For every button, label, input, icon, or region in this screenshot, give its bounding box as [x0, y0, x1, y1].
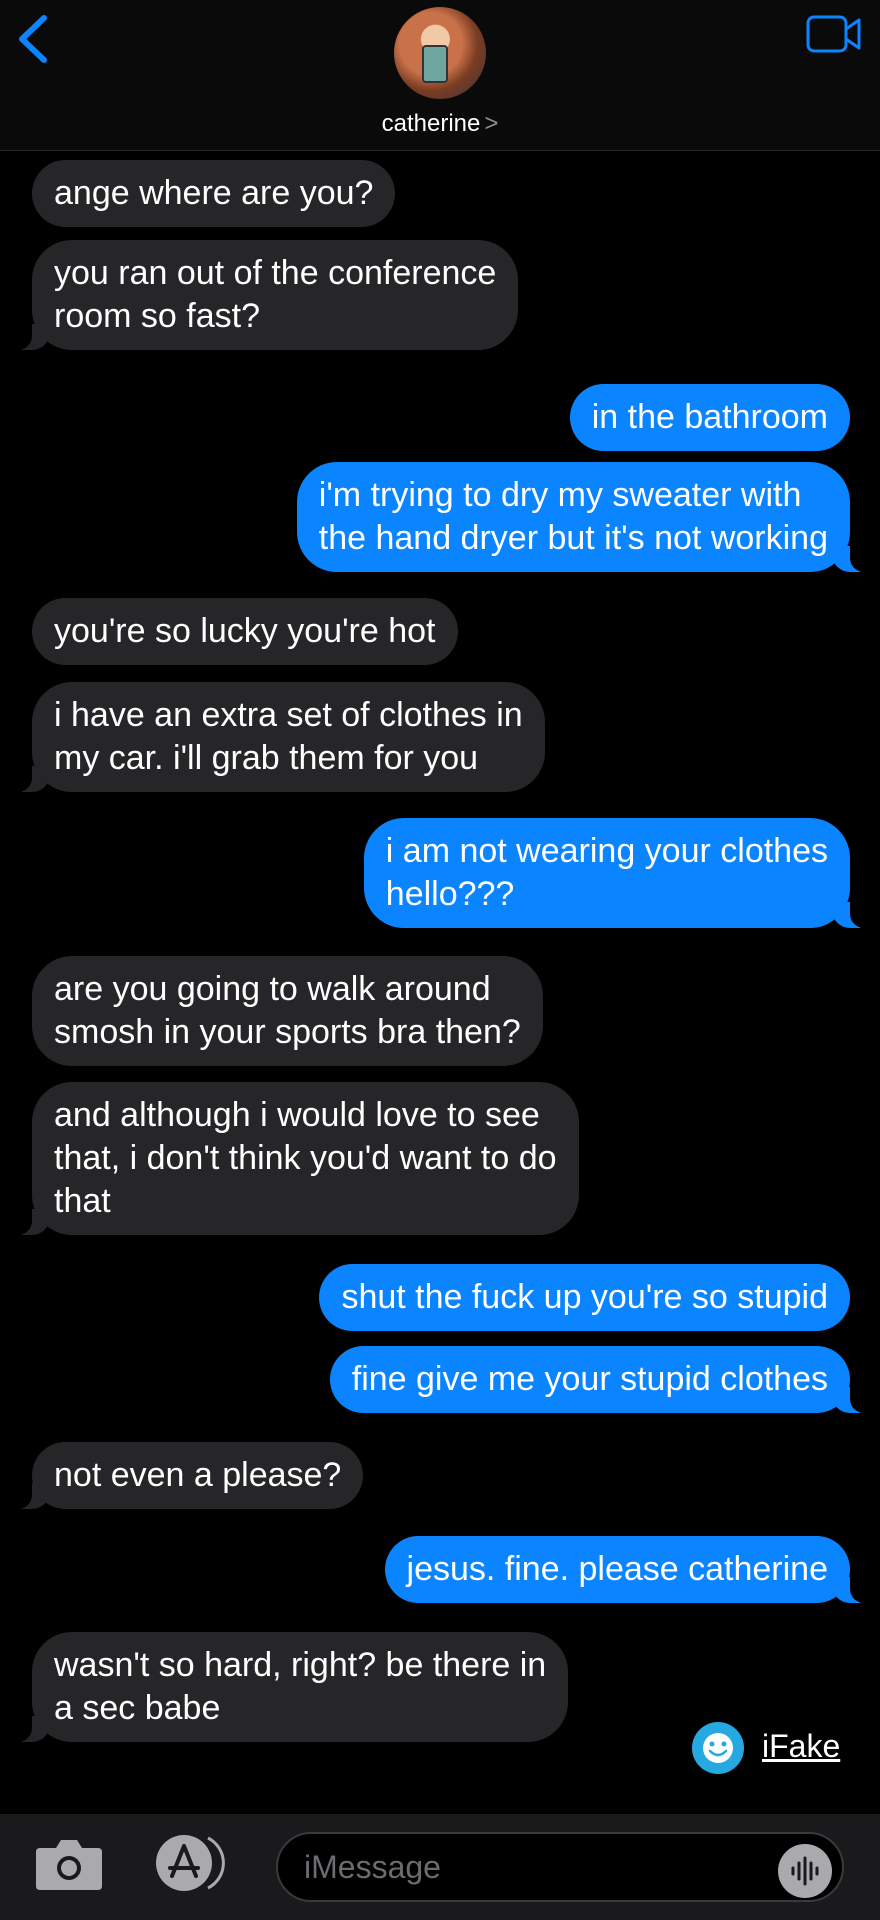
message-bubble-incoming[interactable]: and although i would love to see that, i… — [10, 1082, 579, 1235]
message-bubble-incoming[interactable]: wasn't so hard, right? be there in a sec… — [9, 1632, 569, 1742]
message-bubble-outgoing[interactable]: jesus. fine. please catherine — [384, 1536, 873, 1603]
contact-name: catherine — [381, 110, 481, 137]
back-button[interactable] — [14, 14, 54, 64]
composer-bar — [0, 1814, 880, 1920]
imessage-input[interactable] — [276, 1832, 844, 1902]
message-bubble-incoming[interactable]: ange where are you? — [32, 160, 396, 227]
camera-icon — [36, 1840, 102, 1890]
contact-name-button[interactable]: catherine > — [0, 110, 880, 138]
message-bubble-outgoing[interactable]: fine give me your stupid clothes — [329, 1346, 873, 1413]
ifake-label: iFake — [762, 1728, 841, 1764]
chevron-left-icon — [19, 15, 47, 63]
message-bubble-outgoing[interactable]: shut the fuck up you're so stupid — [319, 1264, 850, 1331]
chevron-right-icon: > — [484, 110, 499, 137]
audio-message-button[interactable] — [778, 1844, 832, 1898]
message-bubble-outgoing[interactable]: i'm trying to dry my sweater with the ha… — [296, 462, 873, 572]
facetime-button[interactable] — [806, 14, 862, 54]
app-store-icon — [156, 1835, 225, 1891]
message-bubble-incoming[interactable]: not even a please? — [9, 1442, 364, 1509]
camera-button[interactable] — [34, 1836, 104, 1892]
message-bubble-outgoing[interactable]: in the bathroom — [569, 384, 850, 451]
message-bubble-incoming[interactable]: are you going to walk around smosh in yo… — [32, 956, 543, 1066]
audio-waveform-icon — [791, 1856, 819, 1886]
message-bubble-outgoing[interactable]: i am not wearing your clothes hello??? — [363, 818, 873, 928]
message-bubble-incoming[interactable]: you ran out of the conference room so fa… — [9, 240, 519, 350]
avatar-photo-detail — [422, 45, 448, 83]
contact-avatar[interactable] — [394, 7, 486, 99]
message-bubble-incoming[interactable]: you're so lucky you're hot — [32, 598, 458, 665]
conversation-header: catherine > — [0, 0, 880, 151]
message-bubble-incoming[interactable]: i have an extra set of clothes in my car… — [10, 682, 545, 792]
video-camera-icon — [806, 15, 861, 53]
app-store-button[interactable] — [150, 1832, 232, 1894]
ifake-logo-icon — [692, 1722, 744, 1774]
